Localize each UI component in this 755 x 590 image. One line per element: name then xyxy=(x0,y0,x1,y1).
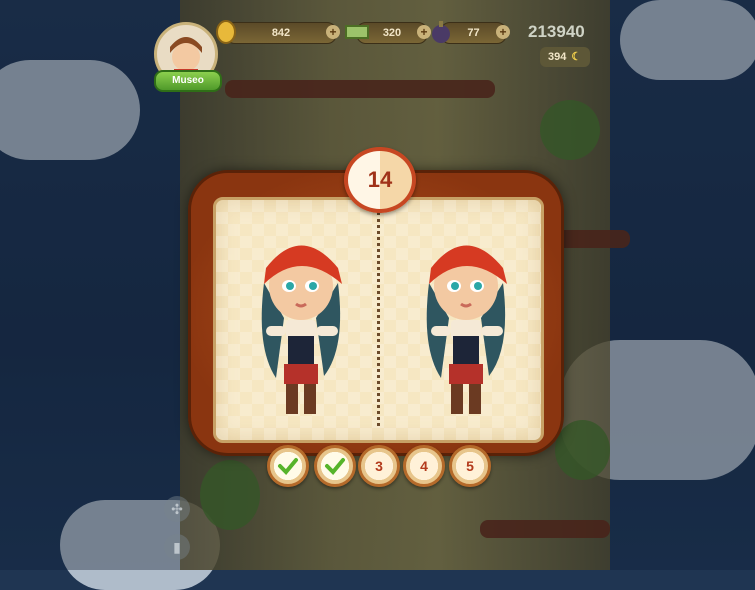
pirate-image-left[interactable] xyxy=(246,228,356,418)
spot-difference-book xyxy=(213,197,544,443)
round-indicator-1 xyxy=(267,445,309,487)
player-name-badge[interactable]: Museo xyxy=(154,70,222,92)
page-divider xyxy=(377,212,380,426)
bombs-counter: 77 + xyxy=(432,21,510,44)
stats-icon: ▮ xyxy=(173,539,181,555)
moon-icon: ☾ xyxy=(571,51,582,63)
stats-button[interactable]: ▮ xyxy=(164,534,190,560)
level-number-badge: 14 xyxy=(344,147,416,213)
check-icon xyxy=(325,458,345,475)
round-indicator-5: 5 xyxy=(449,445,491,487)
bombs-value: 77 xyxy=(467,27,480,39)
moon-counter: 394 ☾ xyxy=(540,47,590,67)
score-value: 213940 xyxy=(528,22,585,41)
round-indicator-2 xyxy=(314,445,356,487)
cash-counter: 320 + xyxy=(345,22,431,44)
expand-button[interactable]: ✣ xyxy=(164,496,190,522)
bomb-icon xyxy=(432,21,450,43)
add-bombs-button[interactable]: + xyxy=(496,25,510,39)
cash-icon xyxy=(345,25,369,39)
round-indicator-3: 3 xyxy=(358,445,400,487)
round-indicator-4: 4 xyxy=(403,445,445,487)
add-coins-button[interactable]: + xyxy=(326,25,340,39)
check-icon xyxy=(278,458,298,475)
moon-value: 394 xyxy=(548,51,567,63)
coins-value: 842 xyxy=(271,27,291,39)
pirate-image-right[interactable] xyxy=(411,228,521,418)
cash-value: 320 xyxy=(382,27,402,39)
coins-counter: 842 + xyxy=(216,20,340,44)
coin-icon xyxy=(216,20,236,44)
expand-icon: ✣ xyxy=(171,501,183,517)
